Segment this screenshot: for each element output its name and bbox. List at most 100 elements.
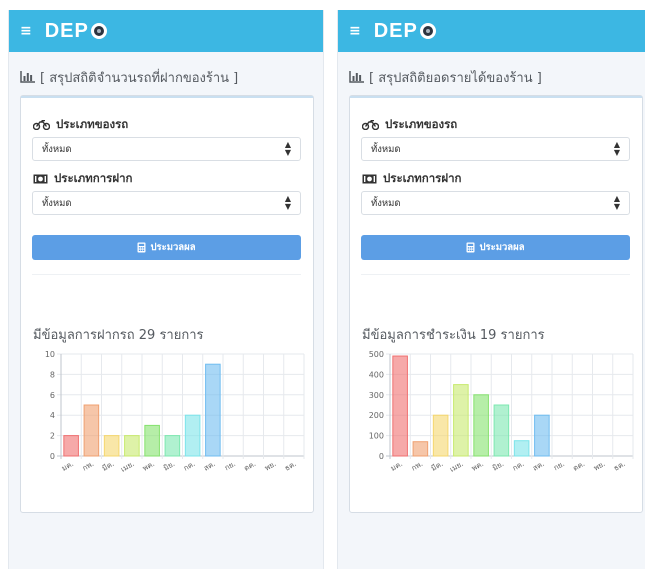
bar-chart-icon <box>349 71 364 83</box>
app-logo[interactable]: DEP <box>45 20 107 43</box>
bar-6[interactable] <box>493 404 510 457</box>
bar-3[interactable] <box>103 435 120 457</box>
form-divider <box>361 274 630 275</box>
calculator-icon <box>137 242 146 253</box>
result-count: 29 <box>138 328 156 343</box>
x-tick-label: มิย. <box>162 459 177 473</box>
x-tick-label: มค. <box>389 459 404 473</box>
vehicle-type-label: ประเภทของรถ <box>362 116 457 134</box>
hamburger-icon[interactable]: ≡ <box>20 24 32 38</box>
process-button[interactable]: ประมวลผล <box>361 235 630 260</box>
x-tick-label: ตค. <box>242 459 257 473</box>
bar-7[interactable] <box>184 414 201 457</box>
x-tick-label: สค. <box>202 459 217 473</box>
x-tick-label: มค. <box>60 459 75 473</box>
x-tick-label: พย. <box>592 459 607 473</box>
motorcycle-icon <box>362 120 379 130</box>
x-tick-label: กค. <box>511 459 526 473</box>
bar-8[interactable] <box>534 414 550 457</box>
motorcycle-icon <box>33 120 50 130</box>
sort-caret-icon: ▲ ▼ <box>284 140 291 157</box>
x-tick-label: เมย. <box>119 459 136 474</box>
result-summary: มีข้อมูลการฝากรถ 29 รายการ <box>33 328 204 343</box>
y-tick-label: 2 <box>50 432 55 441</box>
x-tick-label: กพ. <box>410 459 425 473</box>
y-tick-label: 300 <box>369 391 384 400</box>
bar-2[interactable] <box>83 404 100 457</box>
bar-1[interactable] <box>63 435 79 457</box>
calculator-icon <box>466 242 475 253</box>
x-tick-label: เมย. <box>448 459 465 474</box>
y-tick-label: 500 <box>369 350 384 359</box>
x-tick-label: ธค. <box>612 459 627 473</box>
y-tick-label: 6 <box>50 391 55 400</box>
tire-icon <box>90 23 107 39</box>
hamburger-icon[interactable]: ≡ <box>349 24 361 38</box>
card-divider <box>350 96 642 98</box>
y-tick-label: 4 <box>50 411 55 420</box>
x-tick-label: กย. <box>223 459 237 472</box>
x-tick-label: พค. <box>470 459 485 473</box>
result-count: 19 <box>479 328 497 343</box>
result-summary: มีข้อมูลการชำระเงิน 19 รายการ <box>362 328 545 343</box>
page-title: [ สรุปสถิติยอดรายได้ของร้าน ] <box>349 68 645 86</box>
monthly-revenue-chart: 0 100 200 300 400 500 มค. กพ. มีค. เมย. พค. มิย. กค.… <box>369 350 634 474</box>
logo-text: DEP <box>44 19 89 42</box>
top-navbar: ≡ DEP <box>9 10 323 52</box>
page-title-text: [ สรุปสถิติยอดรายได้ของร้าน ] <box>369 70 542 86</box>
x-tick-label: มีค. <box>100 459 115 473</box>
form-divider <box>32 274 301 275</box>
x-tick-label: สค. <box>531 459 546 473</box>
bar-7[interactable] <box>513 440 530 457</box>
bar-3[interactable] <box>432 414 449 457</box>
left-screen: ≡ DEP [ สรุปสถิติจำนวนรถที่ฝากของร้าน ] … <box>8 10 324 569</box>
stats-card: ประเภทของรถ ทั้งหมด ▲ ▼ ประเภทการฝาก ทั้ง… <box>349 95 643 513</box>
deposit-type-select[interactable]: ทั้งหมด ▲ ▼ <box>361 191 630 215</box>
vehicle-type-select[interactable]: ทั้งหมด ▲ ▼ <box>32 137 301 161</box>
page-title: [ สรุปสถิติจำนวนรถที่ฝากของร้าน ] <box>20 68 323 86</box>
x-tick-label: พค. <box>141 459 156 473</box>
deposit-type-select[interactable]: ทั้งหมด ▲ ▼ <box>32 191 301 215</box>
x-tick-label: กย. <box>552 459 566 472</box>
x-tick-label: กค. <box>182 459 197 473</box>
app-logo[interactable]: DEP <box>374 20 436 43</box>
bar-6[interactable] <box>164 435 181 457</box>
deposit-type-label: ประเภทการฝาก <box>362 170 462 188</box>
top-navbar: ≡ DEP <box>338 10 645 52</box>
bar-5[interactable] <box>473 394 489 457</box>
process-button[interactable]: ประมวลผล <box>32 235 301 260</box>
sort-caret-icon: ▲ ▼ <box>613 194 620 211</box>
vehicle-type-label: ประเภทของรถ <box>33 116 128 134</box>
y-tick-label: 0 <box>379 452 384 461</box>
x-tick-label: มิย. <box>491 459 506 473</box>
x-tick-label: กพ. <box>81 459 96 473</box>
y-tick-label: 100 <box>369 432 384 441</box>
sort-caret-icon: ▲ ▼ <box>284 194 291 211</box>
stats-card: ประเภทของรถ ทั้งหมด ▲ ▼ ประเภทการฝาก ทั้ง… <box>20 95 314 513</box>
deposit-type-label: ประเภทการฝาก <box>33 170 133 188</box>
bar-5[interactable] <box>144 424 160 457</box>
y-tick-label: 10 <box>45 350 55 359</box>
monthly-deposit-chart: 0 2 4 6 8 10 มค. กพ. มีค. เมย. พค. มิย. กค. สค. กย. ตค.… <box>45 350 305 474</box>
right-screen: ≡ DEP [ สรุปสถิติยอดรายได้ของร้าน ] ประเ… <box>337 10 645 569</box>
money-bill-icon <box>33 174 48 184</box>
bar-4[interactable] <box>453 384 469 457</box>
y-tick-label: 400 <box>369 370 384 379</box>
sort-caret-icon: ▲ ▼ <box>613 140 620 157</box>
x-tick-label: ตค. <box>571 459 586 473</box>
bar-1[interactable] <box>392 355 408 457</box>
x-tick-label: มีค. <box>429 459 444 473</box>
logo-text: DEP <box>373 19 418 42</box>
bar-4[interactable] <box>124 435 140 457</box>
bar-8[interactable] <box>205 363 221 457</box>
x-tick-label: ธค. <box>283 459 298 473</box>
y-tick-label: 0 <box>50 452 55 461</box>
x-tick-label: พย. <box>263 459 278 473</box>
y-tick-label: 8 <box>50 370 55 379</box>
bar-2[interactable] <box>412 441 429 457</box>
tire-icon <box>419 23 436 39</box>
page-title-text: [ สรุปสถิติจำนวนรถที่ฝากของร้าน ] <box>40 70 239 86</box>
bar-chart-icon <box>20 71 35 83</box>
vehicle-type-select[interactable]: ทั้งหมด ▲ ▼ <box>361 137 630 161</box>
y-tick-label: 200 <box>369 411 384 420</box>
